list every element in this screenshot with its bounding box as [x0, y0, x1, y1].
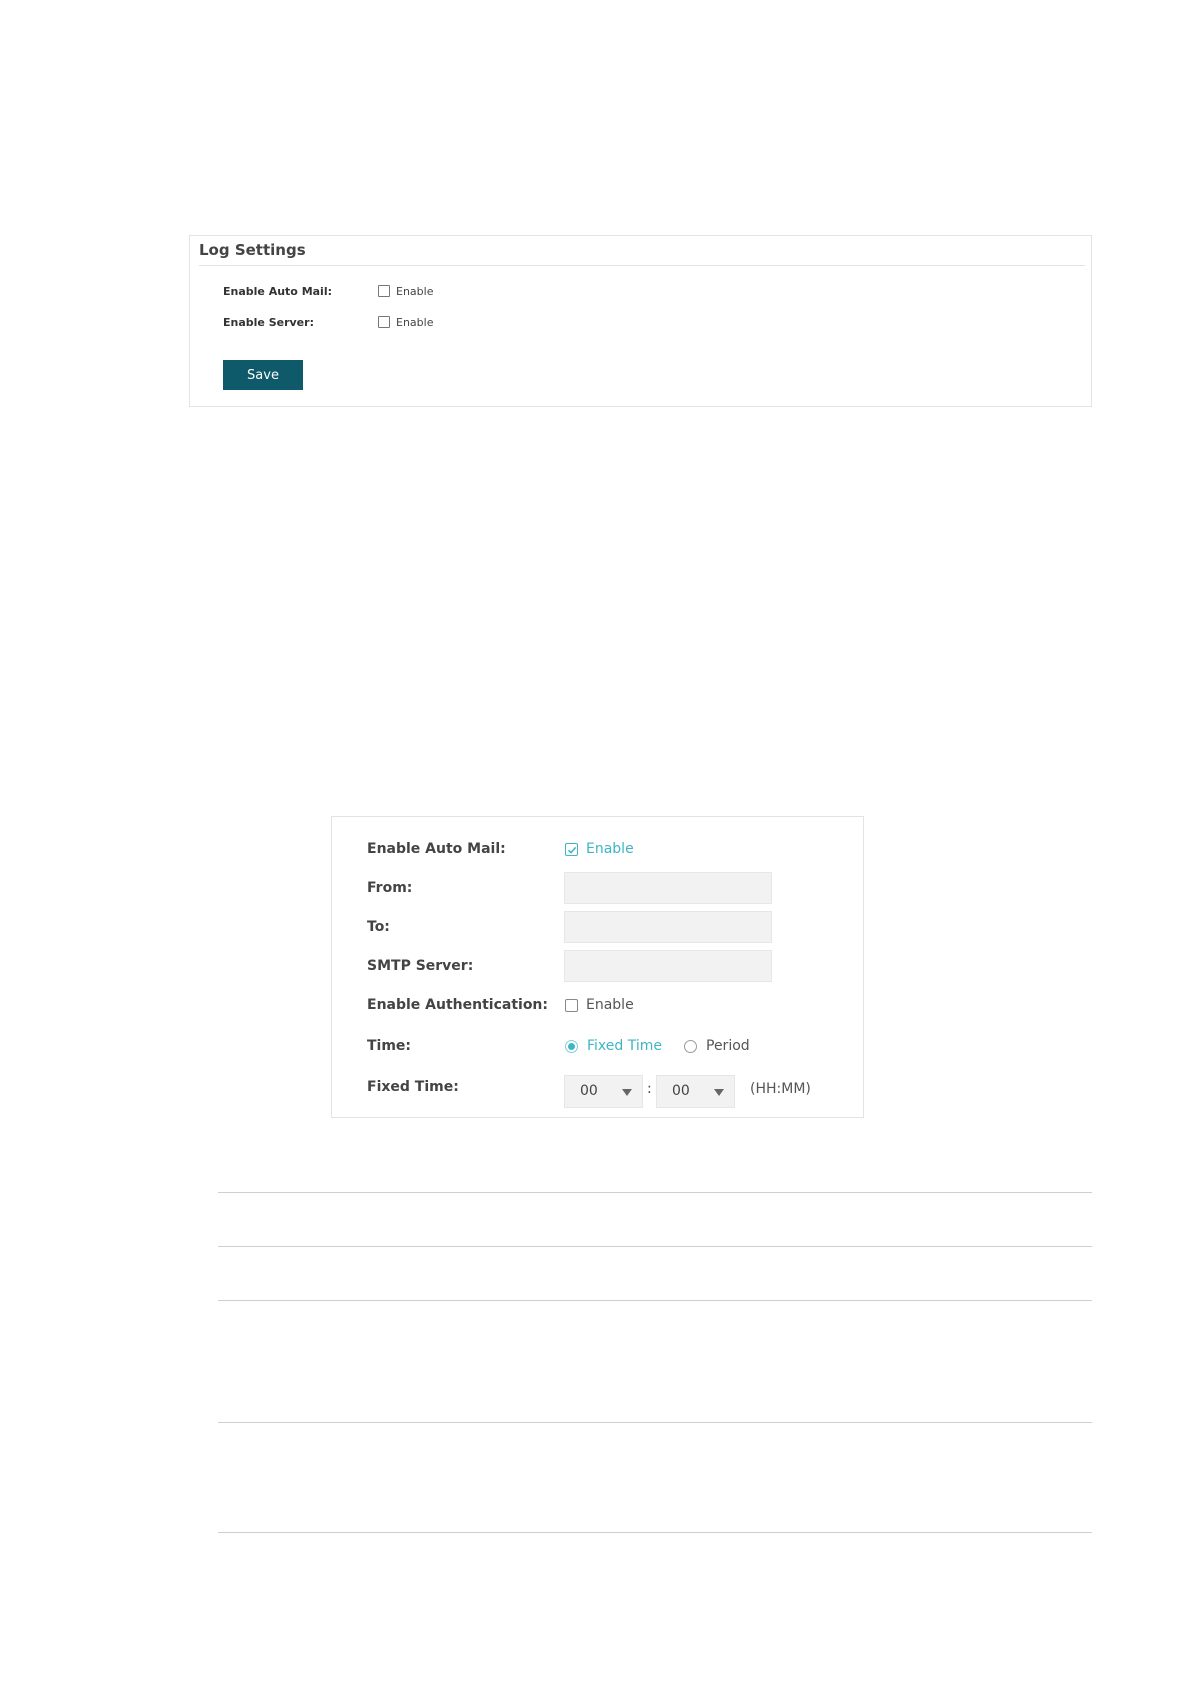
auto-mail-checkbox[interactable] [565, 842, 578, 856]
authentication-enable-text[interactable]: Enable [586, 997, 634, 1013]
time-label: Time: [367, 1038, 412, 1054]
table-divider [218, 1192, 1092, 1193]
enable-server-option[interactable]: Enable [396, 316, 433, 329]
to-label: To: [367, 919, 390, 935]
auto-mail-enable-text[interactable]: Enable [586, 841, 634, 857]
hour-select[interactable]: 00 [564, 1075, 643, 1108]
time-period-option[interactable]: Period [684, 1036, 750, 1056]
time-fixed-option[interactable]: Fixed Time [565, 1036, 662, 1056]
title-divider [199, 265, 1085, 266]
table-divider [218, 1422, 1092, 1423]
table-divider [218, 1300, 1092, 1301]
period-text[interactable]: Period [706, 1038, 750, 1054]
table-divider [218, 1532, 1092, 1533]
auto-mail-panel: Enable Auto Mail: Enable From: To: SMTP … [331, 816, 864, 1118]
to-input[interactable] [564, 911, 772, 943]
hour-value: 00 [580, 1083, 598, 1099]
minute-select[interactable]: 00 [656, 1075, 735, 1108]
chevron-down-icon [714, 1089, 724, 1096]
enable-auto-mail-row: Enable Auto Mail: Enable [223, 283, 433, 299]
authentication-label: Enable Authentication: [367, 997, 549, 1013]
fixed-time-radio[interactable] [565, 1039, 578, 1053]
enable-auto-mail-label: Enable Auto Mail: [223, 284, 333, 298]
auto-mail-option[interactable]: Enable [565, 839, 634, 859]
panel-title: Log Settings [199, 241, 306, 259]
time-format-hint: (HH:MM) [750, 1081, 811, 1097]
authentication-option[interactable]: Enable [565, 995, 634, 1015]
authentication-checkbox[interactable] [565, 998, 578, 1012]
fixed-time-text[interactable]: Fixed Time [587, 1038, 662, 1054]
minute-value: 00 [672, 1083, 690, 1099]
chevron-down-icon [622, 1089, 632, 1096]
enable-auto-mail-checkbox[interactable] [378, 285, 390, 297]
enable-server-label: Enable Server: [223, 315, 314, 329]
table-divider [218, 1246, 1092, 1247]
from-label: From: [367, 880, 413, 896]
auto-mail-label: Enable Auto Mail: [367, 841, 506, 857]
save-button[interactable]: Save [223, 360, 303, 390]
from-input[interactable] [564, 872, 772, 904]
time-separator: : [647, 1081, 652, 1097]
enable-server-row: Enable Server: Enable [223, 314, 433, 330]
smtp-server-input[interactable] [564, 950, 772, 982]
enable-auto-mail-option[interactable]: Enable [396, 285, 433, 298]
log-settings-panel: Log Settings Enable Auto Mail: Enable En… [189, 235, 1092, 407]
smtp-server-label: SMTP Server: [367, 958, 474, 974]
check-icon [567, 846, 577, 854]
fixed-time-label: Fixed Time: [367, 1079, 459, 1095]
period-radio[interactable] [684, 1039, 697, 1053]
enable-server-checkbox[interactable] [378, 316, 390, 328]
